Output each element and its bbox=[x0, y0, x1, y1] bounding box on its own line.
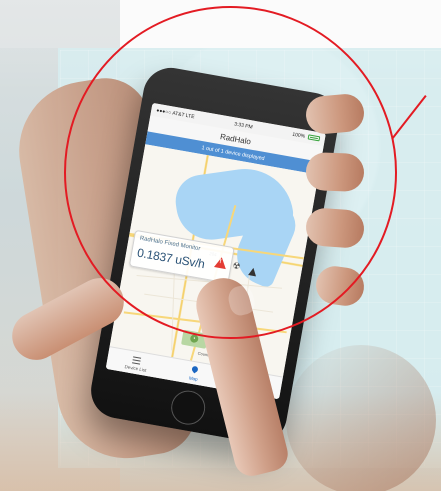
finger bbox=[304, 207, 366, 249]
tab-device-list[interactable]: Device List bbox=[119, 353, 153, 373]
wrist-shadow bbox=[286, 345, 436, 491]
warning-icon bbox=[213, 256, 228, 270]
tab-label: Device List bbox=[124, 364, 147, 373]
status-time: 3:33 PM bbox=[233, 120, 254, 131]
right-fingers bbox=[294, 92, 367, 330]
radiation-icon: ☢ bbox=[231, 260, 242, 272]
finger bbox=[313, 263, 367, 309]
product-photo-scene: ●●●○○ AT&T LTE 3:33 PM 100% RadHalo 1 ou… bbox=[0, 0, 441, 491]
map-pin-icon bbox=[189, 365, 200, 376]
finger bbox=[304, 92, 366, 136]
home-button[interactable] bbox=[168, 387, 208, 428]
tab-map[interactable]: Map bbox=[177, 364, 211, 384]
tab-label: Map bbox=[188, 375, 199, 382]
alert-triangle-icon bbox=[248, 267, 258, 277]
finger bbox=[305, 151, 365, 193]
list-icon bbox=[131, 355, 142, 366]
